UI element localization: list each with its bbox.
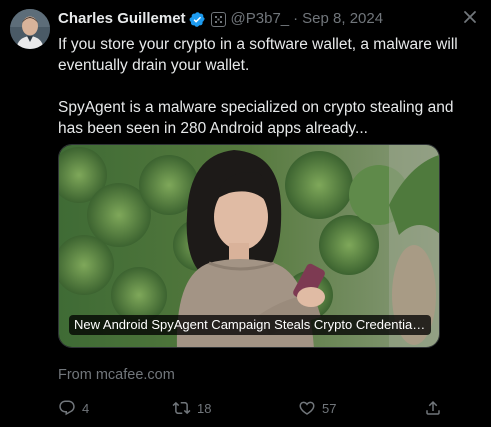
share-button[interactable] <box>424 398 442 418</box>
repost-button[interactable]: 18 <box>172 398 211 418</box>
reply-count: 4 <box>82 400 90 416</box>
separator-dot: · <box>293 10 299 27</box>
share-icon <box>426 400 440 415</box>
card-title[interactable]: New Android SpyAgent Campaign Steals Cry… <box>69 315 431 335</box>
avatar[interactable] <box>10 9 50 49</box>
close-icon[interactable] <box>463 10 477 24</box>
like-count: 57 <box>322 400 337 416</box>
reply-button[interactable]: 4 <box>58 398 89 418</box>
author-handle[interactable]: @P3b7_ <box>231 9 290 29</box>
tweet-paragraph: SpyAgent is a malware specialized on cry… <box>58 99 454 137</box>
tweet-header: Charles Guillemet @P3b7_ · Sep 8, 2024 <box>58 9 383 29</box>
repost-count: 18 <box>197 400 212 416</box>
heart-icon <box>299 401 315 415</box>
verified-badge-icon <box>189 11 206 28</box>
action-bar: 4 18 57 <box>58 398 442 418</box>
link-card[interactable]: New Android SpyAgent Campaign Steals Cry… <box>58 144 440 348</box>
repost-icon <box>172 401 191 415</box>
author-name[interactable]: Charles Guillemet <box>58 9 186 29</box>
avatar-image <box>10 9 50 49</box>
reply-icon <box>59 400 75 416</box>
like-button[interactable]: 57 <box>298 398 336 418</box>
tweet-paragraph: If you store your crypto in a software w… <box>58 36 458 74</box>
tweet-date[interactable]: Sep 8, 2024 <box>302 9 383 29</box>
tweet: Charles Guillemet @P3b7_ · Sep 8, 2024 I… <box>0 0 491 427</box>
tweet-text: If you store your crypto in a software w… <box>58 34 458 139</box>
card-source[interactable]: From mcafee.com <box>58 366 175 384</box>
affiliation-badge-icon[interactable] <box>210 11 226 27</box>
